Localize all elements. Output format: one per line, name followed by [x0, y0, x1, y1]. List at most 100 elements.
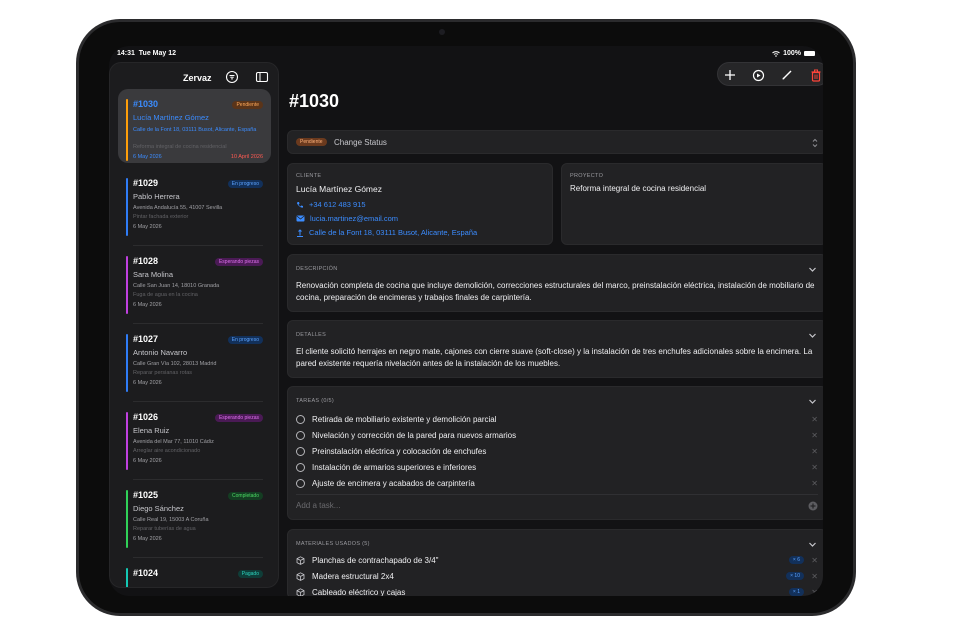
- remove-task-icon[interactable]: ✕: [811, 415, 818, 424]
- add-task-input[interactable]: Add a task...: [296, 501, 340, 510]
- job-item-1024[interactable]: #1024 Pagado: [118, 558, 271, 587]
- job-id: #1030: [133, 99, 159, 109]
- task-item[interactable]: Retirada de mobiliario existente y demol…: [296, 411, 818, 427]
- phone-link[interactable]: +34 612 483 915: [296, 200, 366, 209]
- checkbox[interactable]: [296, 478, 305, 488]
- description-label: DESCRIPCIÓN: [296, 266, 338, 272]
- client-address: Calle San Juan 14, 18010 Granada: [133, 283, 220, 289]
- directions-icon: [297, 228, 303, 237]
- task-label: Instalación de armarios superiores e inf…: [312, 462, 477, 472]
- remove-task-icon[interactable]: ✕: [811, 479, 818, 488]
- chevron-down-icon[interactable]: [808, 540, 817, 549]
- box-icon: [296, 555, 305, 565]
- change-status-label: Change Status: [334, 138, 387, 147]
- task-item[interactable]: Nivelación y corrección de la pared para…: [296, 427, 818, 443]
- app-title: Zervaz: [183, 73, 212, 83]
- job-item-1025[interactable]: #1025 Completado Diego Sánchez Calle Rea…: [118, 480, 271, 554]
- job-date: 6 May 2026: [133, 154, 162, 160]
- pencil-icon: [782, 70, 792, 80]
- job-date: 6 May 2026: [133, 380, 162, 386]
- chevron-down-icon[interactable]: [808, 331, 817, 340]
- details-label: DETALLES: [296, 332, 327, 338]
- remove-material-icon[interactable]: ✕: [811, 588, 818, 597]
- top-toolbar: [717, 62, 823, 86]
- status-badge: Pendiente: [232, 101, 263, 109]
- filter-icon[interactable]: [225, 70, 239, 84]
- job-item-1028[interactable]: #1028 Esperando piezas Sara Molina Calle…: [118, 246, 271, 320]
- address-link[interactable]: Calle de la Font 18, 03111 Busot, Alican…: [296, 228, 477, 237]
- chevron-down-icon[interactable]: [808, 397, 817, 406]
- material-name: Cableado eléctrico y cajas: [312, 587, 406, 597]
- task-label: Nivelación y corrección de la pared para…: [312, 430, 517, 440]
- job-item-1029[interactable]: #1029 En progreso Pablo Herrera Avenida …: [118, 168, 271, 242]
- client-name: Pablo Herrera: [133, 192, 180, 201]
- job-item-1030[interactable]: #1030 Pendiente Lucía Martínez Gómez Cal…: [118, 89, 271, 163]
- material-item[interactable]: Madera estructural 2x4 × 10 ✕: [296, 568, 818, 584]
- status-bar-indicator: [126, 99, 128, 161]
- description-text: Renovación completa de cocina que incluy…: [296, 281, 815, 302]
- change-status-select[interactable]: Pendiente Change Status: [287, 130, 823, 154]
- job-id: #1028: [133, 256, 159, 266]
- job-id: #1029: [133, 178, 159, 188]
- box-icon: [296, 587, 305, 596]
- job-item-1027[interactable]: #1027 En progreso Antonio Navarro Calle …: [118, 324, 271, 398]
- email-link[interactable]: lucia.martinez@email.com: [296, 214, 398, 223]
- camera: [439, 29, 445, 35]
- material-item[interactable]: Cableado eléctrico y cajas × 1 ✕: [296, 584, 818, 596]
- tasks-section: TAREAS (0/5) Retirada de mobiliario exis…: [287, 386, 823, 520]
- status-button[interactable]: [750, 67, 766, 83]
- details-section[interactable]: DETALLES El cliente solicitó herrajes en…: [287, 320, 823, 378]
- remove-material-icon[interactable]: ✕: [811, 572, 818, 581]
- materials-section: MATERIALES USADOS (5) Planchas de contra…: [287, 529, 823, 596]
- ipad-frame: 14:31 Tue May 12 100% Zervaz #1030 Pendi…: [76, 19, 856, 616]
- sidebar-toggle-icon[interactable]: [255, 70, 269, 84]
- status-badge: Esperando piezas: [214, 258, 263, 266]
- wifi-icon: [772, 50, 780, 57]
- description-section[interactable]: DESCRIPCIÓN Renovación completa de cocin…: [287, 254, 823, 312]
- remove-task-icon[interactable]: ✕: [811, 463, 818, 472]
- job-item-1026[interactable]: #1026 Esperando piezas Elena Ruiz Avenid…: [118, 402, 271, 476]
- client-name: Sara Molina: [133, 270, 174, 279]
- job-id: #1025: [133, 490, 159, 500]
- material-item[interactable]: Planchas de contrachapado de 3/4" × 6 ✕: [296, 552, 818, 568]
- phone-number: +34 612 483 915: [309, 200, 366, 209]
- checkbox[interactable]: [296, 462, 305, 472]
- battery-icon: [804, 51, 815, 56]
- delete-button[interactable]: [808, 67, 823, 83]
- project-name: Reforma integral de cocina residencial: [570, 184, 707, 193]
- remove-material-icon[interactable]: ✕: [811, 556, 818, 565]
- status-badge: Pagado: [237, 570, 263, 578]
- client-address: Avenida del Mar 77, 11010 Cádiz: [133, 439, 214, 445]
- material-name: Madera estructural 2x4: [312, 571, 394, 581]
- status-badge: Completado: [228, 492, 263, 500]
- job-date: 6 May 2026: [133, 536, 162, 542]
- add-task-icon[interactable]: [808, 501, 818, 511]
- job-date: 6 May 2026: [133, 302, 162, 308]
- checkbox[interactable]: [296, 446, 305, 456]
- client-address: Calle de la Font 18, 03111 Busot, Alican…: [133, 127, 257, 133]
- status-bar: 14:31 Tue May 12 100%: [109, 46, 823, 62]
- status-time: 14:31 Tue May 12: [117, 50, 177, 57]
- job-task: Reparar tuberías de agua: [133, 526, 196, 532]
- bezel: 14:31 Tue May 12 100% Zervaz #1030 Pendi…: [79, 22, 853, 613]
- task-item[interactable]: Ajuste de encimera y acabados de carpint…: [296, 475, 818, 491]
- box-icon: [296, 571, 305, 581]
- remove-task-icon[interactable]: ✕: [811, 447, 818, 456]
- job-id: #1024: [133, 568, 159, 578]
- checkbox[interactable]: [296, 414, 305, 424]
- email-address: lucia.martinez@email.com: [310, 214, 399, 223]
- add-button[interactable]: [722, 67, 738, 83]
- chevron-down-icon[interactable]: [808, 265, 817, 274]
- material-name: Planchas de contrachapado de 3/4": [312, 555, 439, 565]
- remove-task-icon[interactable]: ✕: [811, 431, 818, 440]
- gauge-icon: [752, 69, 764, 81]
- edit-button[interactable]: [779, 67, 795, 83]
- checkbox[interactable]: [296, 430, 305, 440]
- task-item[interactable]: Instalación de armarios superiores e inf…: [296, 459, 818, 475]
- task-item[interactable]: Preinstalación eléctrica y colocación de…: [296, 443, 818, 459]
- screen: 14:31 Tue May 12 100% Zervaz #1030 Pendi…: [109, 46, 823, 596]
- job-task: Reparar persianas rotas: [133, 370, 193, 376]
- battery-percent: 100%: [783, 50, 801, 57]
- status-badge: Esperando piezas: [214, 414, 263, 422]
- current-status-badge: Pendiente: [296, 138, 327, 146]
